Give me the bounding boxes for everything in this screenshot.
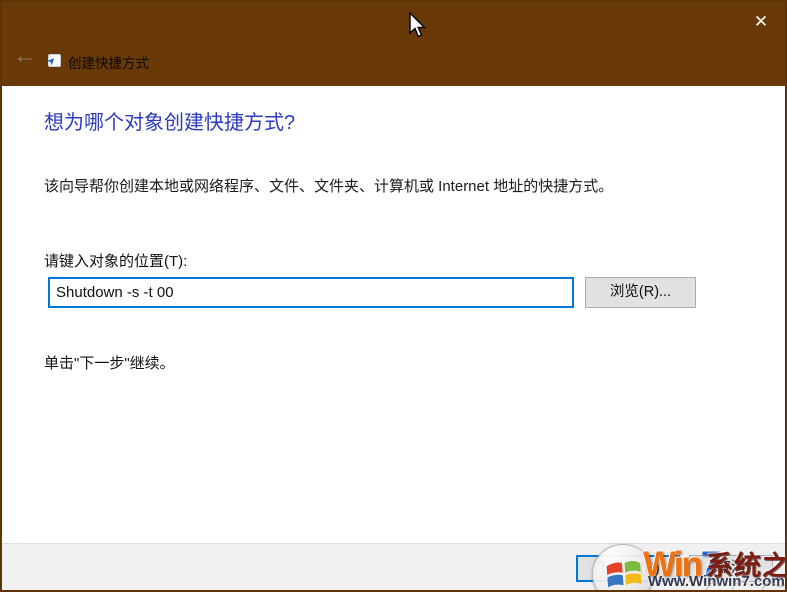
next-button[interactable]: 下一步(N): [576, 555, 680, 582]
location-input[interactable]: [48, 277, 574, 308]
cancel-button[interactable]: 取消: [689, 555, 773, 582]
footer-bar: 下一步(N) 取消: [2, 543, 785, 590]
close-icon[interactable]: ✕: [749, 10, 773, 34]
next-hint-text: 单击"下一步"继续。: [44, 355, 175, 372]
window-title: 创建快捷方式: [68, 56, 149, 71]
back-icon[interactable]: ←: [10, 43, 40, 71]
browse-button[interactable]: 浏览(R)...: [585, 277, 696, 308]
wizard-content: 想为哪个对象创建快捷方式? 该向导帮你创建本地或网络程序、文件、文件夹、计算机或…: [2, 86, 785, 543]
titlebar: ✕ ← ➤ 创建快捷方式: [2, 2, 785, 86]
location-label: 请键入对象的位置(T):: [44, 253, 188, 270]
wizard-description: 该向导帮你创建本地或网络程序、文件、文件夹、计算机或 Internet 地址的快…: [44, 178, 614, 195]
shortcut-file-icon: ➤: [45, 54, 61, 68]
page-title: 想为哪个对象创建快捷方式?: [44, 112, 296, 134]
create-shortcut-wizard-window: ✕ ← ➤ 创建快捷方式 想为哪个对象创建快捷方式? 该向导帮你创建本地或网络程…: [0, 0, 787, 592]
